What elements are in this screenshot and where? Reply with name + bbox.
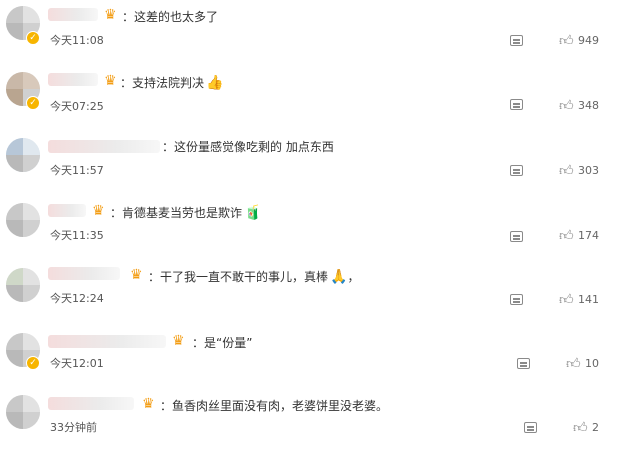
reply-icon[interactable]	[517, 358, 530, 369]
comment-text: ：这份量感觉像吃剩的 加点东西	[162, 140, 334, 154]
reply-icon[interactable]	[524, 422, 537, 433]
like-count: 2	[592, 421, 599, 434]
username[interactable]	[48, 8, 98, 21]
thumbs-up-icon: 👍︎	[559, 292, 574, 308]
comment-item: ✓ ♛ ：支持法院判决 👍 今天07:25 👍︎ 348	[0, 64, 625, 128]
comment-item: ♛ ：干了我一直不敢干的事儿，真棒 🙏， 今天12:24 👍︎ 141	[0, 262, 625, 326]
comment-item: ✓ ♛ ：是“份量” 今天12:01 👍︎ 10	[0, 326, 625, 390]
verified-badge-icon: ✓	[26, 356, 40, 370]
username[interactable]	[48, 140, 160, 153]
like-count: 949	[578, 34, 599, 47]
verified-badge-icon: ✓	[26, 31, 40, 45]
comment-time: 33分钟前	[50, 421, 97, 434]
like-count: 10	[585, 357, 599, 370]
username[interactable]	[48, 204, 86, 217]
comment-text: ：鱼香肉丝里面没有肉，老婆饼里没老婆。	[160, 399, 389, 413]
comment-item: ♛ ：肯德基麦当劳也是欺诈 🧃 今天11:35 👍︎ 174	[0, 196, 625, 260]
like-button[interactable]: 👍︎ 2	[573, 420, 621, 436]
comment-time: 今天11:08	[50, 34, 104, 47]
like-button[interactable]: 👍︎ 10	[566, 356, 621, 372]
crown-badge-icon: ♛	[130, 267, 143, 283]
crown-badge-icon: ♛	[142, 396, 155, 412]
reply-icon[interactable]	[510, 99, 523, 110]
thumbs-up-icon: 👍︎	[559, 33, 574, 49]
like-button[interactable]: 👍︎ 141	[559, 292, 619, 308]
thumbs-up-icon: 👍︎	[566, 356, 581, 372]
crown-badge-icon: ♛	[92, 203, 105, 219]
like-button[interactable]: 👍︎ 348	[559, 98, 619, 114]
comment-item: ：这份量感觉像吃剩的 加点东西 今天11:57 👍︎ 303	[0, 130, 625, 194]
comment-text: ：是“份量”	[192, 336, 253, 350]
username[interactable]	[48, 73, 98, 86]
reply-icon[interactable]	[510, 294, 523, 305]
avatar[interactable]	[6, 268, 40, 302]
like-count: 174	[578, 229, 599, 242]
reply-icon[interactable]	[510, 231, 523, 242]
like-button[interactable]: 👍︎ 174	[559, 228, 619, 244]
comment-time: 今天12:24	[50, 292, 104, 305]
username[interactable]	[48, 267, 120, 280]
like-button[interactable]: 👍︎ 303	[559, 163, 619, 179]
drink-emoji-icon: 🧃	[244, 205, 262, 221]
comment-time: 今天07:25	[50, 100, 104, 113]
like-count: 303	[578, 164, 599, 177]
verified-badge-icon: ✓	[26, 96, 40, 110]
thumbs-up-emoji-icon: 👍	[206, 75, 224, 91]
avatar[interactable]	[6, 203, 40, 237]
crown-badge-icon: ♛	[104, 73, 117, 89]
comment-time: 今天12:01	[50, 357, 104, 370]
avatar[interactable]	[6, 395, 40, 429]
comment-time: 今天11:57	[50, 164, 104, 177]
thumbs-up-icon: 👍︎	[559, 228, 574, 244]
comment-text: ：支持法院判决 👍	[120, 75, 224, 91]
thumbs-up-icon: 👍︎	[573, 420, 588, 436]
reply-icon[interactable]	[510, 35, 523, 46]
username[interactable]	[48, 397, 134, 410]
crown-badge-icon: ♛	[172, 333, 185, 349]
thumbs-up-icon: 👍︎	[559, 163, 574, 179]
comment-text: ：这差的也太多了	[122, 10, 219, 24]
comment-text: ：干了我一直不敢干的事儿，真棒 🙏，	[148, 269, 360, 285]
like-count: 348	[578, 99, 599, 112]
comment-item: ✓ ♛ ：这差的也太多了 今天11:08 👍︎ 949	[0, 0, 625, 64]
avatar[interactable]	[6, 138, 40, 172]
comment-text: ：肯德基麦当劳也是欺诈 🧃	[110, 205, 262, 221]
comment-item: ♛ ：鱼香肉丝里面没有肉，老婆饼里没老婆。 33分钟前 👍︎ 2	[0, 390, 625, 454]
like-button[interactable]: 👍︎ 949	[559, 33, 619, 49]
pray-emoji-icon: 🙏	[330, 269, 348, 285]
username[interactable]	[48, 335, 166, 348]
thumbs-up-icon: 👍︎	[559, 98, 574, 114]
like-count: 141	[578, 293, 599, 306]
crown-badge-icon: ♛	[104, 7, 117, 23]
comment-time: 今天11:35	[50, 229, 104, 242]
reply-icon[interactable]	[510, 165, 523, 176]
